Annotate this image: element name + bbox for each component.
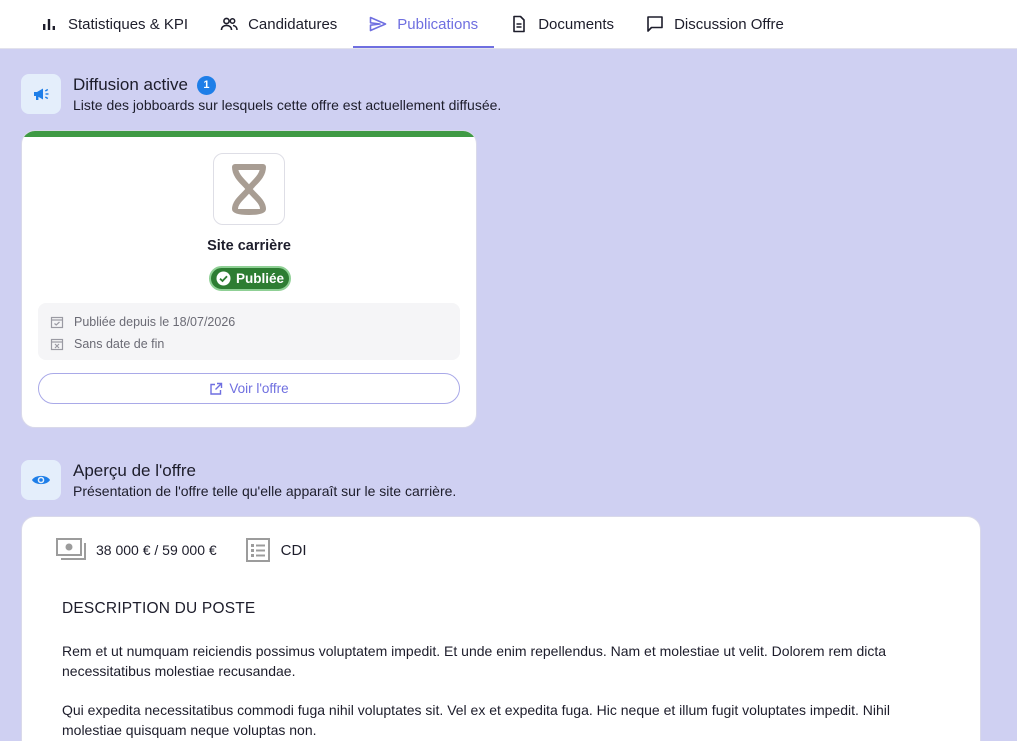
megaphone-icon	[21, 74, 61, 114]
end-date-text: Sans date de fin	[74, 337, 165, 351]
description-paragraph: Qui expedita necessitatibus commodi fuga…	[62, 702, 891, 738]
end-date-row: Sans date de fin	[50, 333, 448, 355]
tab-label: Publications	[397, 15, 479, 33]
status-label: Publiée	[235, 271, 284, 286]
description-title: DESCRIPTION DU POSTE	[62, 600, 256, 617]
tab-label: Statistiques & KPI	[68, 15, 189, 33]
preview-header: Aperçu de l'offre Présentation de l'offr…	[21, 460, 456, 500]
money-icon	[56, 538, 86, 562]
jobboard-card: Site carrière Publiée Publiée depuis le …	[21, 130, 477, 428]
published-since-text: Publiée depuis le 18/07/2026	[74, 315, 236, 329]
eye-icon	[21, 460, 61, 500]
tab-label: Candidatures	[248, 15, 338, 33]
check-circle-icon	[216, 271, 231, 286]
diffusion-header: Diffusion active 1 Liste des jobboards s…	[21, 74, 501, 114]
chat-icon	[646, 15, 664, 33]
tab-bar: Statistiques & KPI Candidatures Publicat…	[0, 0, 1017, 49]
dates-box: Publiée depuis le 18/07/2026 Sans date d…	[38, 303, 460, 360]
contract-type: CDI	[280, 541, 307, 559]
diffusion-title-row: Diffusion active 1	[73, 74, 501, 96]
status-badge: Publiée	[209, 266, 291, 291]
offer-preview-card: 38 000 € / 59 000 € CDI DESCRIPTION DU P…	[21, 516, 981, 741]
view-offer-button[interactable]: Voir l'offre	[38, 373, 460, 404]
jobboard-logo	[213, 153, 285, 225]
tab-discussion[interactable]: Discussion Offre	[630, 0, 800, 48]
calendar-x-icon	[50, 337, 64, 351]
section-title: Diffusion active	[73, 75, 188, 94]
count-badge: 1	[196, 75, 216, 95]
salary-item: 38 000 € / 59 000 €	[56, 538, 217, 562]
contract-item: CDI	[245, 537, 307, 563]
section-subtitle: Présentation de l'offre telle qu'elle ap…	[73, 483, 457, 499]
list-document-icon	[245, 537, 271, 563]
salary-text: 38 000 € / 59 000 €	[96, 542, 217, 558]
tab-documents[interactable]: Documents	[494, 0, 630, 48]
description-paragraph: Rem et ut numquam reiciendis possimus vo…	[62, 643, 887, 679]
tab-candidatures[interactable]: Candidatures	[204, 0, 353, 48]
jobboard-name: Site carrière	[207, 238, 291, 254]
published-since-row: Publiée depuis le 18/07/2026	[50, 311, 448, 333]
document-icon	[510, 15, 528, 33]
bar-chart-icon	[40, 15, 58, 33]
send-icon	[369, 15, 387, 33]
status-accent-bar	[22, 131, 476, 137]
tab-statistics[interactable]: Statistiques & KPI	[24, 0, 204, 48]
offer-meta: 38 000 € / 59 000 € CDI	[56, 537, 335, 563]
tab-publications[interactable]: Publications	[353, 0, 495, 48]
people-icon	[220, 15, 238, 33]
section-title: Aperçu de l'offre	[73, 461, 196, 480]
tab-label: Discussion Offre	[674, 15, 784, 33]
tab-label: Documents	[538, 15, 615, 33]
external-link-icon	[209, 382, 223, 396]
section-subtitle: Liste des jobboards sur lesquels cette o…	[73, 97, 502, 113]
calendar-check-icon	[50, 315, 64, 329]
view-offer-label: Voir l'offre	[229, 381, 289, 396]
